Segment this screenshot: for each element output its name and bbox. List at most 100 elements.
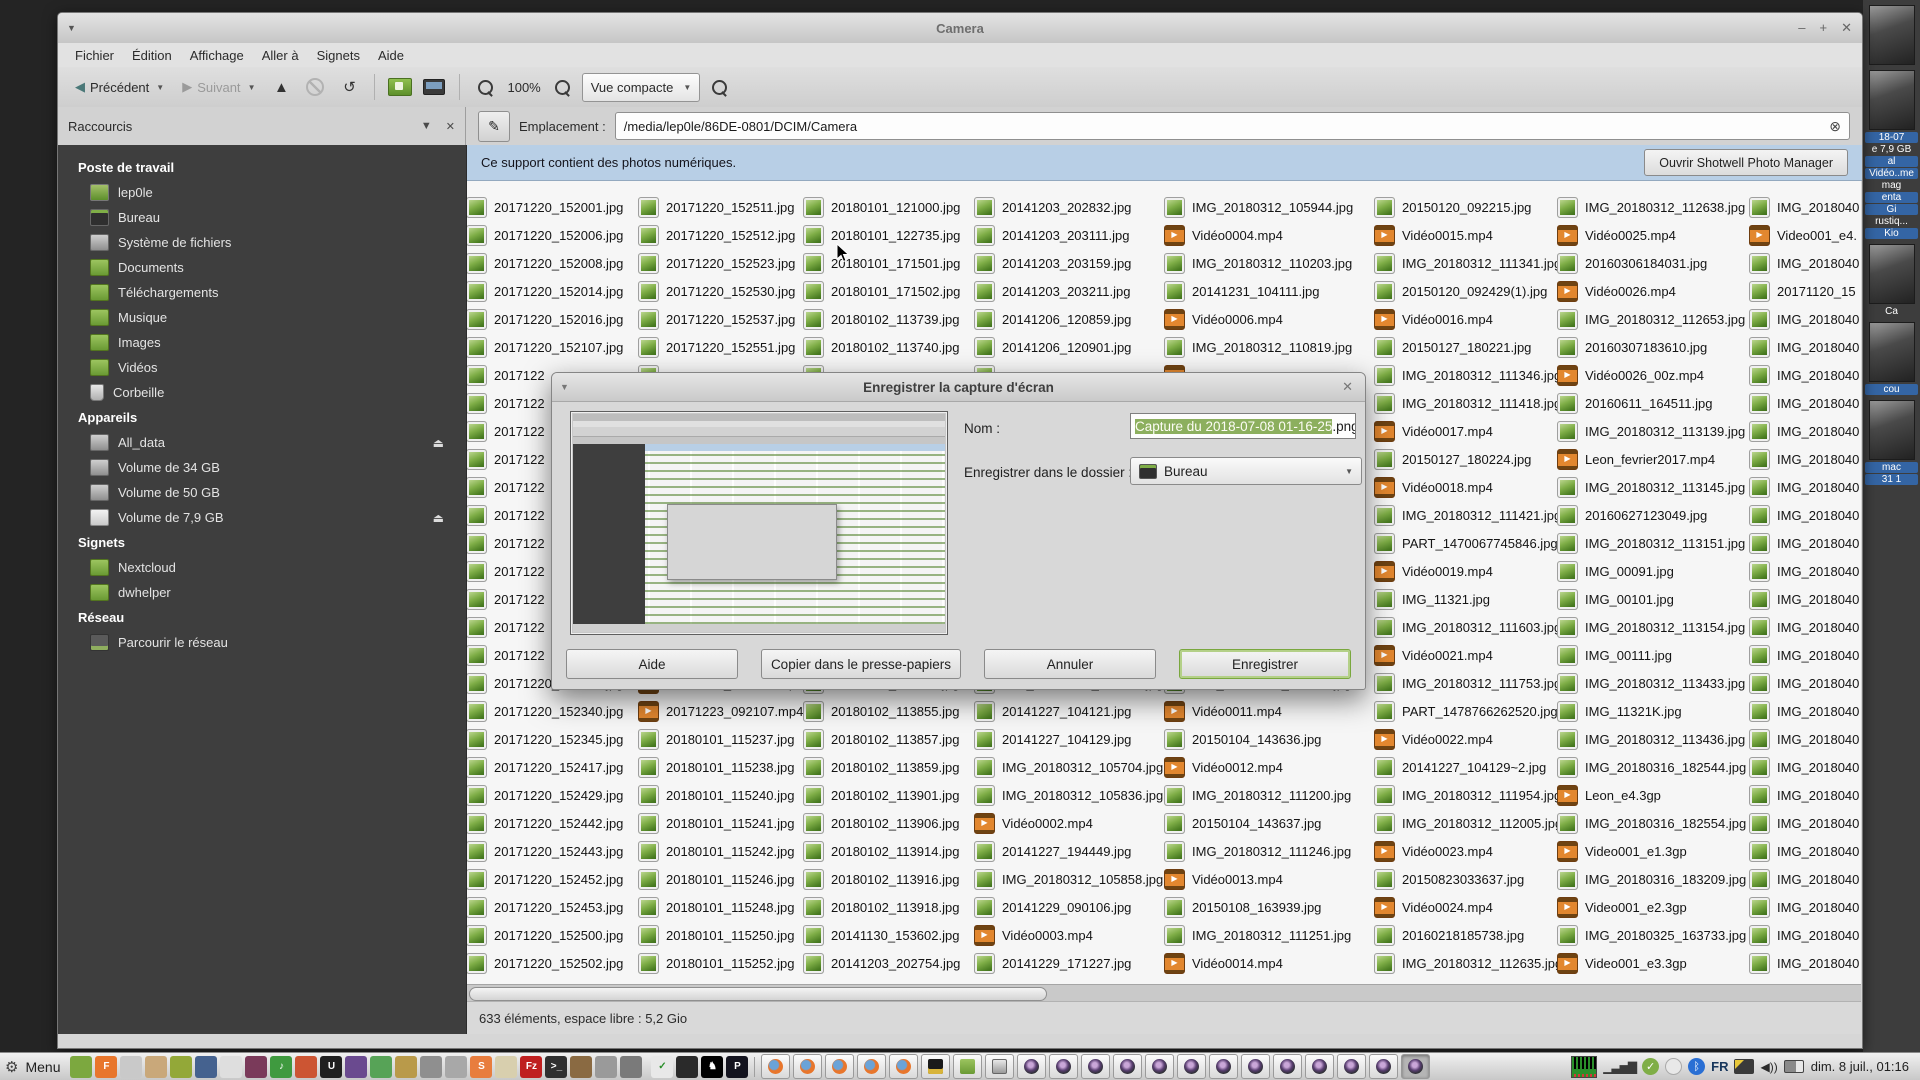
clear-location-icon[interactable]: ⊗ xyxy=(1829,118,1841,135)
sidebar-item-lep0le[interactable]: lep0le xyxy=(58,180,466,205)
menu-edition[interactable]: Édition xyxy=(123,46,181,65)
menu-aide[interactable]: Aide xyxy=(369,46,413,65)
sidebar-item-videos[interactable]: Vidéos xyxy=(58,355,466,380)
taskbar-window-button-waveform[interactable] xyxy=(921,1054,950,1079)
location-input[interactable]: /media/lep0le/86DE-0801/DCIM/Camera ⊗ xyxy=(615,112,1850,140)
file-item[interactable]: IMG_20180312_111246.jpg xyxy=(1164,837,1353,865)
home-button[interactable] xyxy=(385,73,415,101)
zoom-in-button[interactable] xyxy=(548,73,578,101)
taskbar-window-button-lens[interactable] xyxy=(1273,1054,1302,1079)
taskbar-window-button-lens[interactable] xyxy=(1305,1054,1334,1079)
file-item[interactable]: 20171220_152006.jpg xyxy=(467,221,623,249)
file-item[interactable]: 20171220_152016.jpg xyxy=(467,305,623,333)
desktop-icon-label[interactable]: e 7,9 GB xyxy=(1865,144,1918,155)
file-item[interactable]: 20150120_092429(1).jpg xyxy=(1374,277,1562,305)
file-item[interactable]: 20150127_180224.jpg xyxy=(1374,445,1562,473)
file-item[interactable]: ▶Vidéo0006.mp4 xyxy=(1164,305,1353,333)
file-item[interactable]: 20171220_152512.jpg xyxy=(638,221,803,249)
sidebar-item-telechargements[interactable]: Téléchargements xyxy=(58,280,466,305)
file-item[interactable]: 20180102_113918.jpg xyxy=(803,893,960,921)
file-item[interactable]: IMG_20180312_111341.jpg xyxy=(1374,249,1562,277)
file-item[interactable]: 20141130_153602.jpg xyxy=(803,921,960,949)
save-button[interactable]: Enregistrer xyxy=(1179,649,1351,679)
taskbar-window-button-lens[interactable] xyxy=(1081,1054,1110,1079)
eject-icon[interactable]: ⏏ xyxy=(433,511,444,525)
file-item[interactable]: IMG_2018040 xyxy=(1749,641,1859,669)
search-portal-icon[interactable] xyxy=(195,1056,217,1078)
desktop-icon-label[interactable]: Kio xyxy=(1865,228,1918,239)
file-item[interactable]: 20180101_115252.jpg xyxy=(638,949,803,977)
menu-affichage[interactable]: Affichage xyxy=(181,46,253,65)
file-item[interactable]: 20171220_152340.jpg xyxy=(467,697,623,725)
file-item[interactable]: ▶Vidéo0023.mp4 xyxy=(1374,837,1562,865)
file-item[interactable]: IMG_20180325_163733.jpg xyxy=(1557,921,1746,949)
taskbar-window-button-lens[interactable] xyxy=(1145,1054,1174,1079)
file-item[interactable]: IMG_00111.jpg xyxy=(1557,641,1746,669)
sidebar-item-bureau[interactable]: Bureau xyxy=(58,205,466,230)
up-button[interactable]: ▲ xyxy=(266,73,296,101)
file-item[interactable]: IMG_20180312_113145.jpg xyxy=(1557,473,1746,501)
desktop-icon-label[interactable]: 31 1 xyxy=(1865,474,1918,485)
taskbar-window-button-firefox[interactable] xyxy=(857,1054,886,1079)
taskbar-window-button-lens[interactable] xyxy=(1017,1054,1046,1079)
photos-app-icon[interactable] xyxy=(295,1056,317,1078)
file-item[interactable]: 20150127_180221.jpg xyxy=(1374,333,1562,361)
zoom-out-button[interactable] xyxy=(470,73,500,101)
file-item[interactable]: ▶Vidéo0012.mp4 xyxy=(1164,753,1353,781)
file-item[interactable]: 20171220_152453.jpg xyxy=(467,893,623,921)
taskbar-window-button-lens[interactable] xyxy=(1241,1054,1270,1079)
file-item[interactable]: IMG_2018040 xyxy=(1749,417,1859,445)
desktop-icon-label[interactable]: al xyxy=(1865,156,1918,167)
file-item[interactable]: 20141227_104129~2.jpg xyxy=(1374,753,1562,781)
file-item[interactable]: 20160627123049.jpg xyxy=(1557,501,1746,529)
file-item[interactable]: IMG_2018040 xyxy=(1749,501,1859,529)
file-item[interactable]: ▶Vidéo0004.mp4 xyxy=(1164,221,1353,249)
forward-button[interactable]: ▶Suivant▼ xyxy=(175,75,262,99)
open-shotwell-button[interactable]: Ouvrir Shotwell Photo Manager xyxy=(1644,149,1848,176)
file-item[interactable]: 20171220_152511.jpg xyxy=(638,193,803,221)
file-item[interactable]: PART_1470067745846.jpg xyxy=(1374,529,1562,557)
hardware-tool-icon[interactable] xyxy=(420,1056,442,1078)
desktop-button[interactable] xyxy=(419,73,449,101)
file-item[interactable]: 20150108_163939.jpg xyxy=(1164,893,1353,921)
desktop-photo-thumbnail[interactable] xyxy=(1869,70,1915,130)
file-item[interactable]: 20141203_202754.jpg xyxy=(803,949,960,977)
file-item[interactable]: 20141203_203111.jpg xyxy=(974,221,1163,249)
file-item[interactable]: IMG_20180316_182544.jpg xyxy=(1557,753,1746,781)
file-item[interactable]: 20180102_113859.jpg xyxy=(803,753,960,781)
taskbar-window-button-lens[interactable] xyxy=(1209,1054,1238,1079)
file-item[interactable]: 20171220_152502.jpg xyxy=(467,949,623,977)
file-item[interactable]: 20171220_152551.jpg xyxy=(638,333,803,361)
file-item[interactable]: ▶Vidéo0003.mp4 xyxy=(974,921,1163,949)
back-button[interactable]: ◀Précédent▼ xyxy=(68,75,171,99)
headphones-app-icon[interactable] xyxy=(345,1056,367,1078)
sidebar-item-parcourir-le-reseau[interactable]: Parcourir le réseau xyxy=(58,630,466,655)
file-item[interactable]: IMG_2018040 xyxy=(1749,249,1859,277)
taskbar-window-button-lens[interactable] xyxy=(1369,1054,1398,1079)
archive-tool-icon[interactable] xyxy=(595,1056,617,1078)
desktop-icon-label[interactable]: enta xyxy=(1865,192,1918,203)
file-item[interactable]: IMG_20180312_112005.jpg xyxy=(1374,809,1562,837)
text-file-icon[interactable] xyxy=(220,1056,242,1078)
stop-button[interactable] xyxy=(300,73,330,101)
file-item[interactable]: IMG_2018040 xyxy=(1749,305,1859,333)
file-item[interactable]: IMG_2018040 xyxy=(1749,613,1859,641)
file-item[interactable]: 20180102_113739.jpg xyxy=(803,305,960,333)
file-item[interactable]: ▶Vidéo0017.mp4 xyxy=(1374,417,1562,445)
copy-to-clipboard-button[interactable]: Copier dans le presse-papiers xyxy=(761,649,961,679)
file-item[interactable]: ▶Leon_e4.3gp xyxy=(1557,781,1746,809)
keyboard-layout-indicator[interactable]: FR xyxy=(1711,1059,1728,1074)
file-item[interactable]: 20180102_113740.jpg xyxy=(803,333,960,361)
desktop-photo-thumbnail[interactable] xyxy=(1869,244,1915,304)
tray-circle-icon[interactable] xyxy=(1665,1058,1682,1075)
taskbar-window-button-lens[interactable] xyxy=(1177,1054,1206,1079)
file-item[interactable]: IMG_2018040 xyxy=(1749,585,1859,613)
file-item[interactable]: ▶Leon_fevrier2017.mp4 xyxy=(1557,445,1746,473)
file-item[interactable]: ▶Vidéo0002.mp4 xyxy=(974,809,1163,837)
file-item[interactable]: ▶Vidéo0025.mp4 xyxy=(1557,221,1746,249)
molecules-app-icon[interactable] xyxy=(370,1056,392,1078)
file-item[interactable]: 20141231_104111.jpg xyxy=(1164,277,1353,305)
file-item[interactable]: 20141206_120901.jpg xyxy=(974,333,1163,361)
file-item[interactable]: 20171220_152345.jpg xyxy=(467,725,623,753)
p-app-icon[interactable]: P xyxy=(726,1056,748,1078)
